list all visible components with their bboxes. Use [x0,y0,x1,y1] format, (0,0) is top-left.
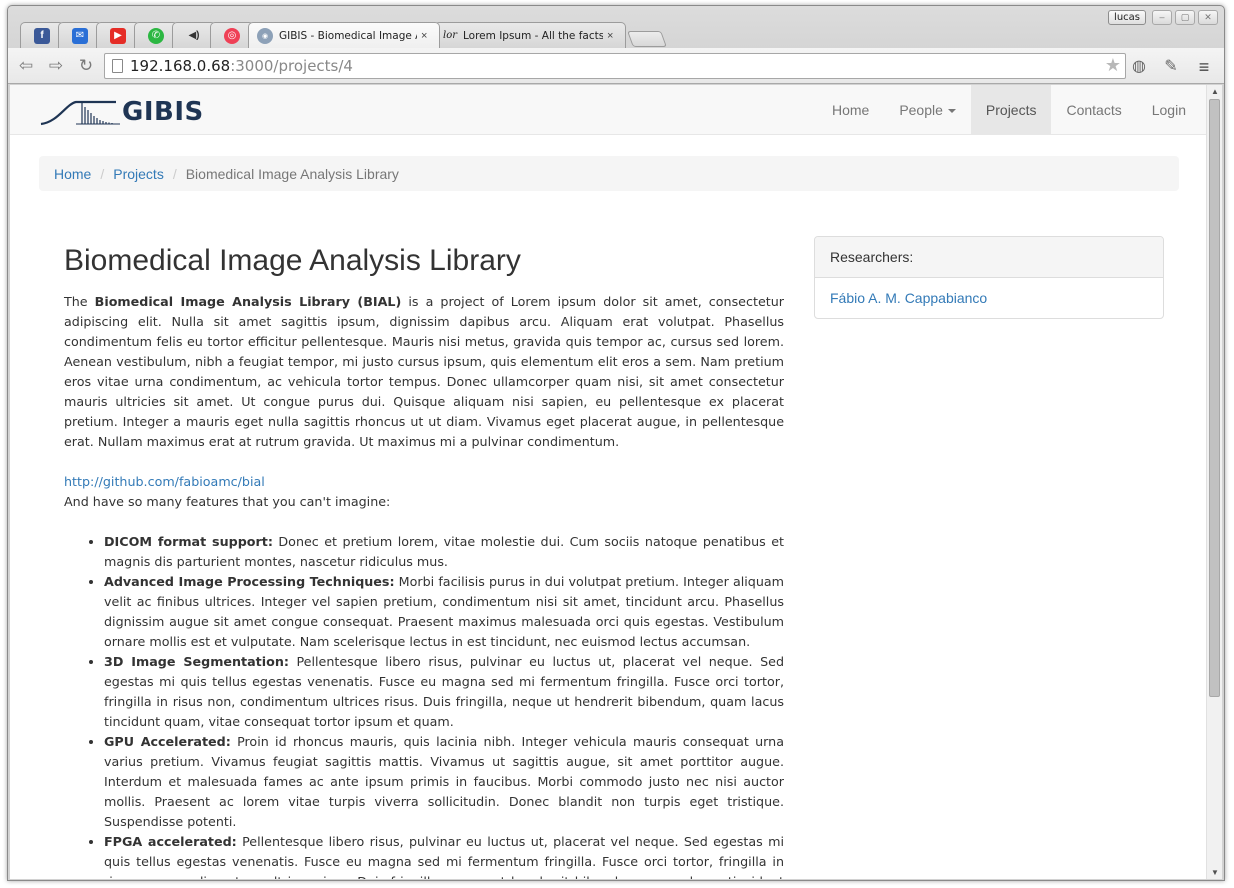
caret-down-icon [947,109,956,114]
page-title: Biomedical Image Analysis Library [64,244,521,277]
tab-close-icon[interactable]: × [421,30,427,42]
feature-name: Advanced Image Processing Techniques: [104,574,395,589]
nav-people-dropdown[interactable]: People [884,85,971,135]
list-item: GPU Accelerated: Proin id rhoncus mauris… [104,732,784,832]
signal-logo-icon [40,100,120,126]
speaker-icon: ◀) [188,30,200,41]
breadcrumb-separator: / [100,165,105,182]
scroll-down-arrow-icon[interactable]: ▼ [1211,868,1219,877]
whatsapp-icon: ✆ [148,27,164,44]
forward-arrow-icon[interactable]: ⇨ [44,55,68,77]
repo-line: http://github.com/fabioamc/bial [64,472,784,492]
browser-window: lucas – ▢ ✕ f ✉ ▶ ✆ ◀) ◎ ◉ GIBIS - Biome… [7,5,1225,881]
breadcrumb: Home / Projects / Biomedical Image Analy… [39,156,1179,191]
breadcrumb-projects[interactable]: Projects [113,166,164,182]
browser-toolbar: ⇦ ⇨ ↻ 192.168.0.68:3000/projects/4 ★ ◍ ✎… [8,48,1224,84]
maximize-button[interactable]: ▢ [1175,10,1195,25]
list-item: DICOM format support: Donec et pretium l… [104,532,784,572]
mail-icon: ✉ [72,27,88,44]
list-item: 3D Image Segmentation: Pellentesque libe… [104,652,784,732]
features-intro: And have so many features that you can't… [64,494,391,509]
tab-title: Lorem Ipsum - All the facts - [463,29,603,42]
url-path: :3000/projects/4 [230,57,353,75]
page-icon [112,59,123,73]
nav-home[interactable]: Home [817,85,884,135]
gibis-favicon: ◉ [257,27,273,44]
vertical-scrollbar[interactable]: ▲ ▼ [1206,85,1222,879]
features-list: DICOM format support: Donec et pretium l… [104,532,784,879]
feature-name: DICOM format support: [104,534,273,549]
lorem-favicon: lor [443,30,457,41]
brand-logo[interactable]: GIBIS [40,97,204,127]
tab-close-icon[interactable]: × [607,30,613,42]
brand-name: GIBIS [122,97,204,127]
feature-name: FPGA accelerated: [104,834,237,849]
profile-badge[interactable]: lucas [1108,10,1146,25]
nav-people-label: People [899,102,943,118]
breadcrumb-current: Biomedical Image Analysis Library [185,165,399,182]
scroll-thumb[interactable] [1209,99,1220,697]
tab-title: GIBIS - Biomedical Image An [279,29,417,42]
facebook-icon: f [34,27,50,44]
tab-strip: f ✉ ▶ ✆ ◀) ◎ ◉ GIBIS - Biomedical Image … [20,22,667,48]
intro-rest: is a project of Lorem ipsum dolor sit am… [64,294,784,449]
url-host: 192.168.0.68 [130,57,231,75]
researcher-link[interactable]: Fábio A. M. Cappabianco [830,290,987,306]
project-content: Biomedical Image Analysis Library The Bi… [64,241,784,879]
scroll-up-arrow-icon[interactable]: ▲ [1211,87,1219,96]
list-item: Advanced Image Processing Techniques: Mo… [104,572,784,652]
project-name-bold: Biomedical Image Analysis Library (BIAL) [94,294,402,309]
menu-icon[interactable]: ≡ [1194,57,1214,77]
page-viewport: GIBIS Home People Projects Contacts Logi… [10,85,1206,879]
list-item: FPGA accelerated: Pellentesque libero ri… [104,832,784,879]
tab-lorem[interactable]: lor Lorem Ipsum - All the facts - × [434,22,626,48]
breadcrumb-separator: / [172,165,177,182]
close-window-button[interactable]: ✕ [1198,10,1218,25]
site-navbar: GIBIS Home People Projects Contacts Logi… [10,85,1206,135]
reload-icon[interactable]: ↻ [74,55,98,77]
repo-link[interactable]: http://github.com/fabioamc/bial [64,474,265,489]
globe-extension-icon[interactable]: ◍ [1129,57,1149,77]
researchers-panel: Researchers: Fábio A. M. Cappabianco [814,236,1164,319]
feature-name: 3D Image Segmentation: [104,654,289,669]
back-arrow-icon[interactable]: ⇦ [14,55,38,77]
nav-login[interactable]: Login [1137,85,1206,135]
panel-heading: Researchers: [815,237,1163,278]
minimize-button[interactable]: – [1152,10,1172,25]
title-bar: lucas – ▢ ✕ f ✉ ▶ ✆ ◀) ◎ ◉ GIBIS - Biome… [8,6,1224,48]
intro-prefix: The [64,294,95,309]
eyedropper-extension-icon[interactable]: ✎ [1161,57,1181,77]
pocket-icon: ◎ [224,27,240,44]
youtube-icon: ▶ [110,27,126,44]
address-bar[interactable]: 192.168.0.68:3000/projects/4 ★ [104,53,1126,79]
tab-gibis[interactable]: ◉ GIBIS - Biomedical Image An × [248,22,440,48]
breadcrumb-home[interactable]: Home [54,166,91,182]
panel-body: Fábio A. M. Cappabianco [815,278,1163,318]
new-tab-button[interactable] [627,31,667,47]
nav-menu: Home People Projects Contacts Login [817,85,1206,135]
project-description: The Biomedical Image Analysis Library (B… [64,292,784,452]
nav-contacts[interactable]: Contacts [1051,85,1136,135]
bookmark-star-icon[interactable]: ★ [1105,54,1121,78]
nav-projects[interactable]: Projects [970,85,1052,135]
feature-name: GPU Accelerated: [104,734,231,749]
